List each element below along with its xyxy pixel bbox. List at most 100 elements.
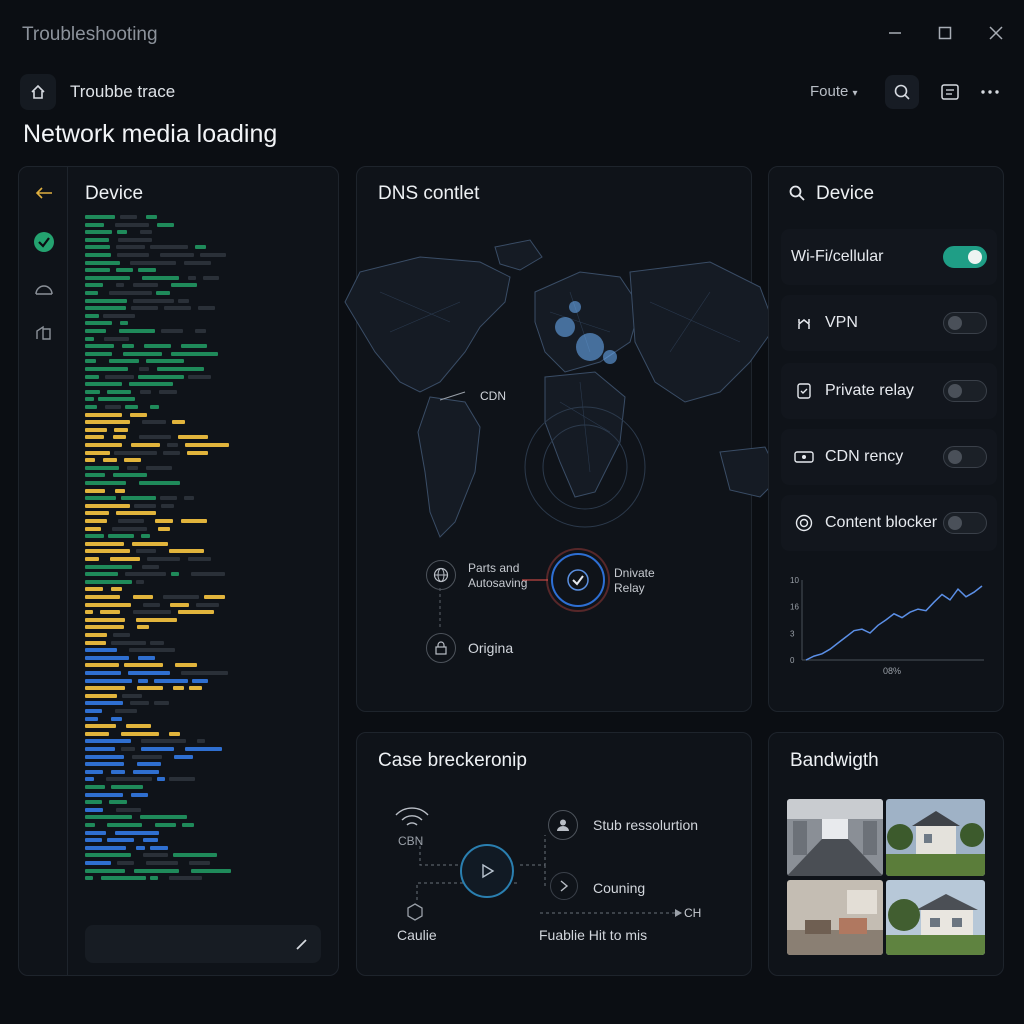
log-entry-bar — [85, 253, 111, 257]
relay-node[interactable] — [551, 553, 605, 607]
log-input[interactable] — [85, 925, 321, 963]
thumbnail-corridor[interactable] — [787, 799, 883, 876]
log-entry-bar — [85, 716, 98, 721]
log-entry-bar — [188, 374, 211, 379]
log-entry-bar — [85, 640, 106, 645]
thumbnail-estate[interactable] — [886, 880, 985, 955]
log-entry-bar — [105, 405, 121, 409]
setting-toggle[interactable] — [943, 512, 987, 534]
home-button[interactable] — [20, 74, 56, 110]
log-entry-bar — [85, 397, 94, 402]
log-entry-bar — [85, 275, 130, 280]
ch-label: CH — [684, 906, 702, 920]
log-entry-bar — [85, 724, 116, 729]
log-entry-bar — [173, 686, 184, 691]
log-entry-bar — [129, 382, 173, 387]
log-entry-bar — [128, 671, 170, 675]
search-button[interactable] — [885, 75, 919, 109]
log-entry-bar — [113, 633, 130, 637]
setting-label: VPN — [825, 314, 858, 331]
log-entry-bar — [189, 861, 210, 865]
setting-toggle[interactable] — [943, 446, 987, 468]
log-entry-bar — [85, 655, 129, 660]
log-entry-bar — [120, 215, 137, 219]
log-entry-bar — [85, 526, 101, 531]
log-entry-bar — [85, 792, 123, 797]
log-entry-bar — [103, 458, 117, 463]
log-entry-bar — [182, 823, 194, 827]
log-entry-bar — [133, 595, 153, 599]
log-entry-bar — [143, 602, 160, 607]
log-entry-bar — [85, 359, 96, 364]
user-node[interactable] — [548, 810, 578, 840]
log-entry-bar — [85, 633, 107, 637]
log-entry-bar — [112, 526, 147, 531]
breadcrumb[interactable]: Troubbe trace — [70, 82, 175, 102]
log-entry-bar — [85, 572, 118, 577]
log-entry-bar — [113, 473, 147, 478]
wifi-icon — [392, 803, 432, 836]
setting-toggle[interactable] — [943, 246, 987, 268]
more-icon[interactable] — [978, 80, 1002, 104]
log-entry-bar — [137, 625, 149, 630]
setting-label: Content blocker — [825, 514, 938, 531]
log-entry-bar — [139, 367, 149, 371]
check-circle-icon[interactable] — [32, 230, 56, 254]
log-entry-bar — [85, 648, 117, 653]
play-button[interactable] — [460, 844, 514, 898]
building-icon[interactable] — [32, 320, 56, 344]
log-entry-bar — [109, 800, 127, 805]
search-icon — [894, 84, 910, 100]
log-entry-bar — [85, 344, 114, 349]
chart-series-line — [805, 585, 983, 661]
thumbnail-interior[interactable] — [787, 880, 883, 955]
log-entry-bar — [118, 519, 144, 523]
log-entry-bar — [85, 693, 117, 698]
setting-toggle[interactable] — [943, 312, 987, 334]
breakdown-panel-title: Case breckeronip — [378, 750, 527, 771]
log-entry-bar — [85, 412, 122, 417]
log-entry-bar — [85, 306, 126, 311]
setting-row-relay: Private relay — [781, 363, 997, 419]
log-entry-bar — [111, 769, 125, 774]
dns-panel-title: DNS contlet — [378, 183, 480, 204]
log-entry-bar — [111, 785, 143, 789]
gauge-icon[interactable] — [32, 277, 56, 301]
counting-node[interactable] — [550, 872, 578, 900]
log-entry-bar — [85, 230, 112, 235]
log-entry-bar — [85, 389, 100, 394]
maximize-icon[interactable] — [934, 22, 956, 44]
screen-icon[interactable] — [938, 80, 962, 104]
log-entry-bar — [188, 557, 211, 561]
log-entry-bar — [98, 397, 135, 402]
setting-toggle[interactable] — [943, 380, 987, 402]
log-entry-bar — [85, 260, 120, 265]
route-dropdown[interactable]: Foute ▾ — [810, 83, 858, 100]
log-entry-bar — [163, 450, 180, 455]
relay-icon — [793, 380, 815, 402]
log-entry-bar — [170, 602, 189, 607]
log-entry-bar — [116, 245, 145, 250]
log-entry-bar — [85, 815, 132, 820]
minimize-icon[interactable] — [884, 22, 906, 44]
origin-node[interactable] — [426, 633, 456, 663]
log-entry-bar — [85, 245, 110, 250]
log-entry-bar — [171, 283, 197, 288]
back-arrow-icon[interactable] — [32, 181, 56, 205]
log-entry-bar — [138, 374, 184, 379]
log-entry-bar — [181, 671, 228, 675]
log-entry-bar — [191, 572, 225, 577]
log-entry-bar — [121, 496, 156, 501]
log-entry-bar — [123, 351, 162, 356]
node-relay-label: Dnivate Relay — [614, 566, 655, 595]
log-entry-bar — [172, 420, 185, 425]
search-icon[interactable] — [788, 184, 806, 202]
log-entry-bar — [144, 344, 171, 349]
globe-node[interactable] — [426, 560, 456, 590]
close-icon[interactable] — [985, 22, 1007, 44]
counting-label: Couning — [593, 880, 646, 896]
toggle-knob — [948, 516, 962, 530]
bandwidth-panel-title: Bandwigth — [790, 750, 879, 771]
log-entry-bar — [178, 610, 214, 615]
thumbnail-house[interactable] — [886, 799, 985, 876]
